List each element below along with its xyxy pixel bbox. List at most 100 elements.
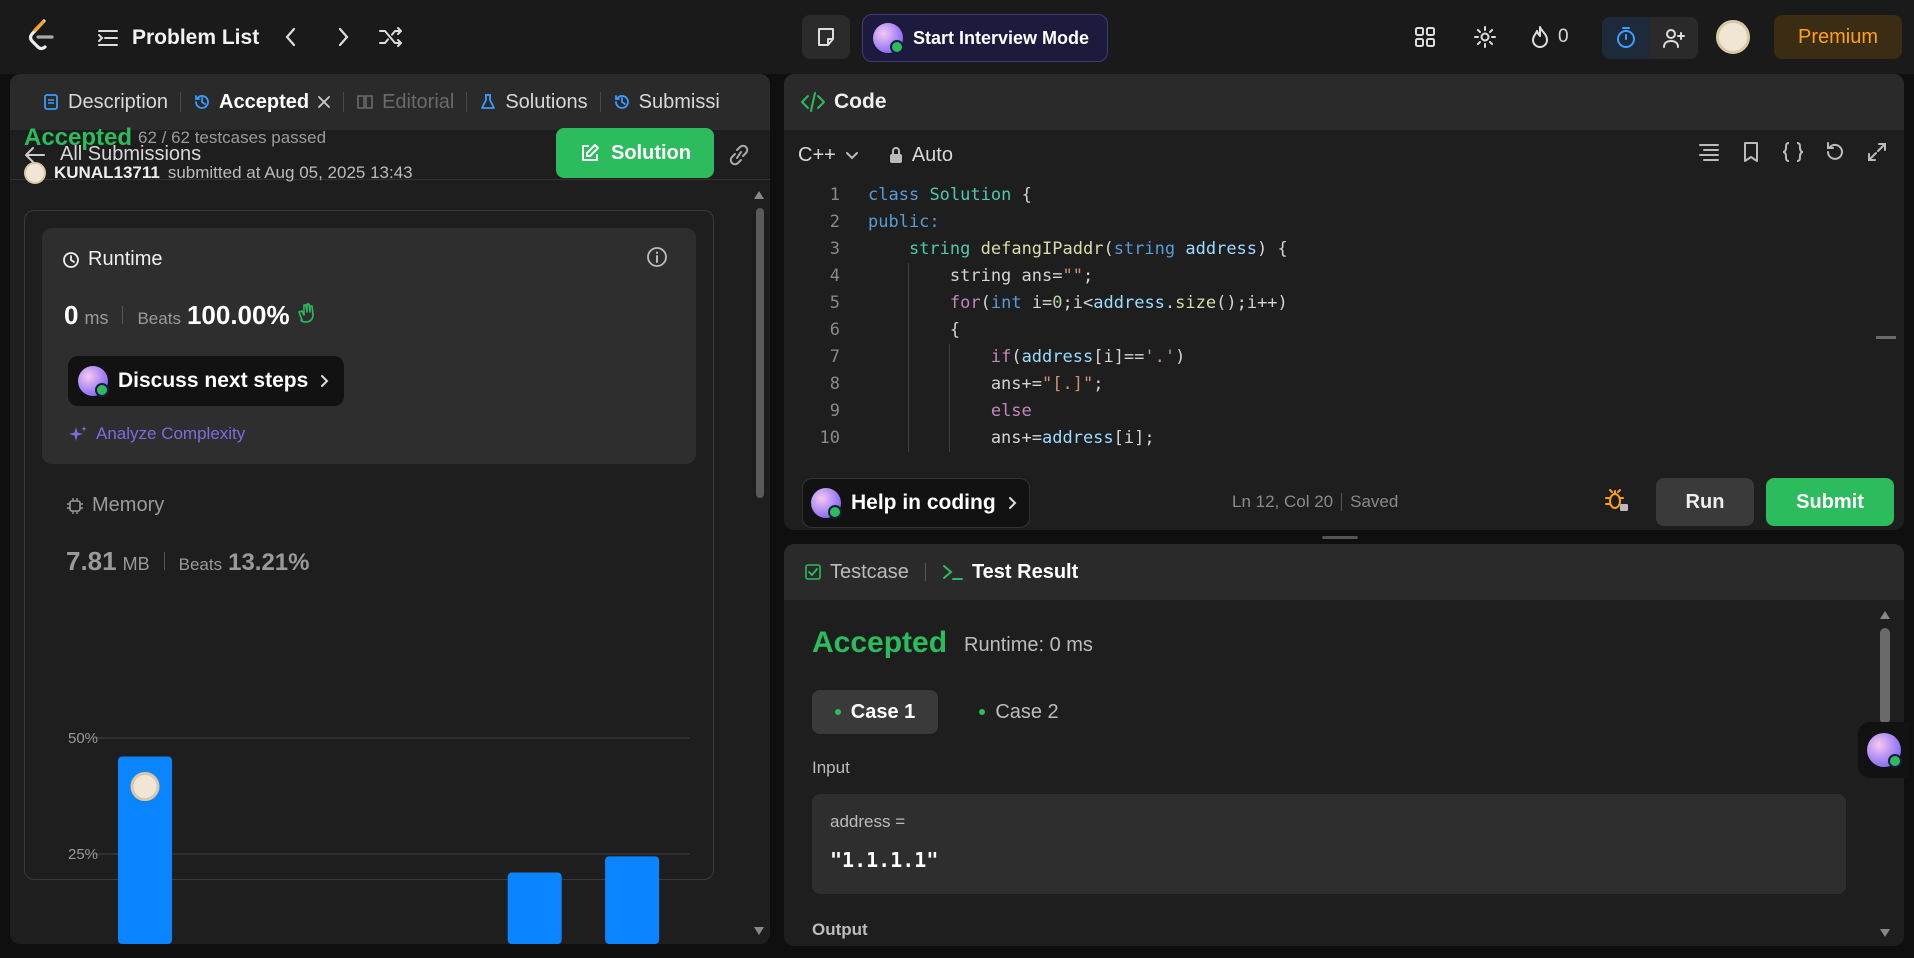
auto-mode-toggle[interactable]: Auto <box>888 144 953 167</box>
help-in-coding-button[interactable]: Help in coding <box>802 478 1030 528</box>
code-line[interactable]: 3 string defangIPaddr(string address) { <box>784 236 1884 263</box>
tab-test-result[interactable]: Test Result <box>942 561 1078 584</box>
add-user-icon <box>1663 29 1685 48</box>
problem-list-label: Problem List <box>132 26 260 49</box>
editor-status: Ln 12, Col 20 Saved <box>1232 492 1398 512</box>
tab-accepted[interactable]: Accepted <box>181 74 343 130</box>
scroll-down-icon <box>754 927 764 935</box>
analyze-complexity-button[interactable]: Analyze Complexity <box>68 424 245 444</box>
indent-guide <box>907 371 909 398</box>
left-scrollbar[interactable] <box>752 182 766 942</box>
prev-problem-button[interactable] <box>276 22 306 52</box>
divider <box>163 552 165 570</box>
leetcode-logo[interactable] <box>26 18 56 54</box>
scroll-down-icon <box>1880 929 1890 937</box>
notes-button[interactable] <box>802 15 850 59</box>
clap-icon <box>297 303 314 323</box>
timer-button[interactable] <box>1602 17 1650 59</box>
tab-testcase-label: Testcase <box>830 560 909 583</box>
scroll-marker <box>1876 336 1896 339</box>
layout-button[interactable] <box>1410 22 1440 52</box>
submission-meta: KUNAL13711 submitted at Aug 05, 2025 13:… <box>24 162 413 184</box>
floating-ai-button[interactable] <box>1858 722 1910 778</box>
submit-button[interactable]: Submit <box>1766 478 1894 526</box>
random-problem-button[interactable] <box>376 22 406 52</box>
line-code: { <box>868 320 961 340</box>
start-interview-mode-button[interactable]: Start Interview Mode <box>862 14 1108 62</box>
input-variable-name: address = <box>830 812 906 831</box>
share-link-button[interactable] <box>726 144 752 166</box>
ai-assistant-avatar <box>873 23 904 54</box>
code-editor[interactable]: 1 class Solution {2 public: 3 string defang… <box>784 182 1884 460</box>
expand-icon[interactable] <box>1864 140 1890 164</box>
code-icon <box>801 92 825 112</box>
username[interactable]: KUNAL13711 <box>54 163 160 183</box>
runtime-unit: ms <box>84 308 109 328</box>
line-number: 4 <box>829 266 840 286</box>
user-avatar[interactable] <box>1716 20 1750 54</box>
close-icon[interactable] <box>317 95 331 109</box>
tab-submissions[interactable]: Submissi <box>601 74 732 130</box>
code-line[interactable]: 5 for(int i=0;i<address.size();i++) <box>784 290 1884 317</box>
line-number: 1 <box>829 185 840 205</box>
code-line[interactable]: 6 { <box>784 317 1884 344</box>
settings-button[interactable] <box>1470 22 1500 52</box>
language-select[interactable]: C++ <box>798 144 860 167</box>
your-submission-marker <box>130 772 160 802</box>
saved-status: Saved <box>1350 492 1399 511</box>
chevron-left-icon <box>285 27 296 47</box>
info-button[interactable] <box>646 246 668 268</box>
result-status: Accepted <box>812 626 948 659</box>
result-runtime: Runtime: 0 ms <box>964 634 1093 656</box>
reset-icon[interactable] <box>1822 140 1848 164</box>
chart-bar[interactable] <box>605 856 660 944</box>
solution-button[interactable]: Solution <box>556 128 714 178</box>
case-2-tab[interactable]: Case 2 <box>956 690 1082 734</box>
tab-description[interactable]: Description <box>30 74 180 130</box>
memory-label[interactable]: Memory <box>66 494 164 517</box>
problem-list-button[interactable]: Problem List <box>96 20 259 56</box>
add-collaborator-button[interactable] <box>1650 17 1698 59</box>
checkbox-icon <box>805 564 821 580</box>
line-number: 10 <box>819 428 840 448</box>
code-line[interactable]: 2 public: <box>784 209 1884 236</box>
discuss-next-steps-button[interactable]: Discuss next steps <box>68 356 344 406</box>
top-bar: Problem List Start Interview Mode 0 Prem… <box>0 0 1914 74</box>
bug-lock-icon <box>1605 489 1628 511</box>
ai-assistant-avatar <box>78 366 109 397</box>
run-button[interactable]: Run <box>1656 478 1754 526</box>
cursor-position: Ln 12, Col 20 <box>1232 492 1334 511</box>
timer-group <box>1602 17 1698 59</box>
premium-button[interactable]: Premium <box>1774 15 1902 59</box>
lock-icon <box>889 147 902 163</box>
streak-counter[interactable]: 0 <box>1530 22 1569 52</box>
scrollbar-thumb[interactable] <box>756 208 764 498</box>
info-icon <box>647 247 667 267</box>
format-icon[interactable] <box>1696 140 1722 164</box>
tab-testcase[interactable]: Testcase <box>804 561 909 584</box>
next-problem-button[interactable] <box>328 22 358 52</box>
chart-bar[interactable] <box>507 872 562 944</box>
panel-resize-handle[interactable] <box>1322 536 1358 539</box>
editor-scrollbar[interactable] <box>1876 182 1896 462</box>
testcases-passed: 62 / 62 testcases passed <box>138 128 327 147</box>
scrollbar-thumb[interactable] <box>1880 628 1890 724</box>
tab-solutions[interactable]: Solutions <box>467 74 599 130</box>
line-code: ans+="[.]"; <box>868 374 1104 394</box>
code-line[interactable]: 4 string ans=""; <box>784 263 1884 290</box>
output-label: Output <box>812 920 868 939</box>
terminal-icon <box>942 565 963 580</box>
flame-icon <box>1532 26 1548 48</box>
line-number: 9 <box>829 401 840 421</box>
indent-guide <box>948 371 950 398</box>
tab-editorial[interactable]: Editorial <box>344 74 466 130</box>
code-line[interactable]: 1 class Solution { <box>784 182 1884 209</box>
debugger-button[interactable] <box>1604 488 1630 514</box>
bookmark-icon[interactable] <box>1738 140 1764 164</box>
memory-stats: 7.81 MB Beats 13.21% <box>66 546 310 577</box>
tab-description-label: Description <box>68 90 169 113</box>
sparkle-icon <box>69 426 87 441</box>
case-1-tab[interactable]: Case 1 <box>812 690 938 734</box>
indent-guide <box>948 344 950 371</box>
braces-icon[interactable] <box>1780 140 1806 164</box>
